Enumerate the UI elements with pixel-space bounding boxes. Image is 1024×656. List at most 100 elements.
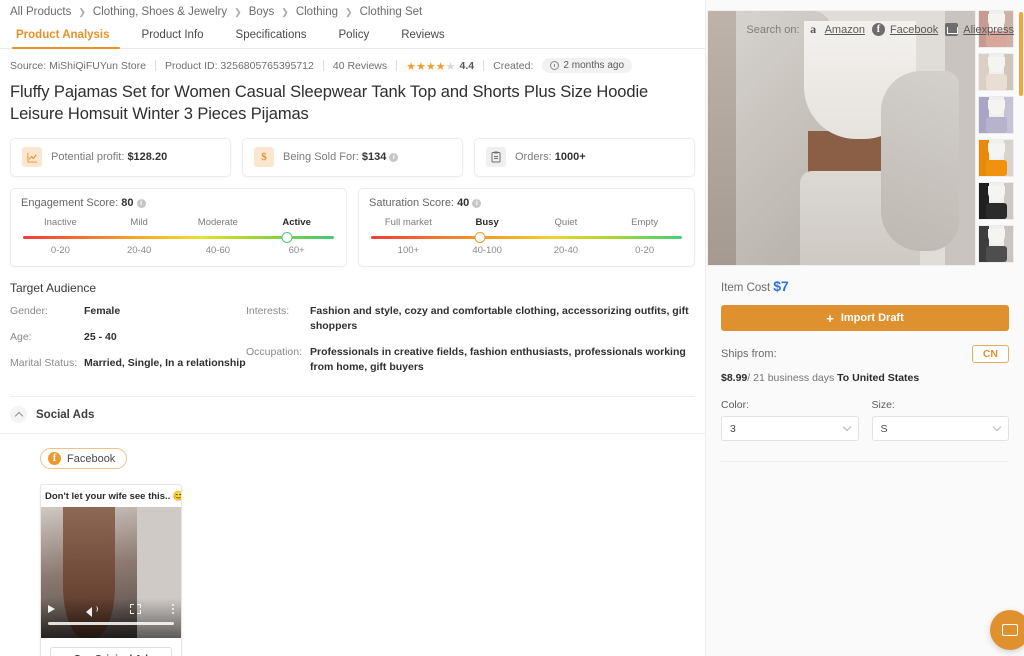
volume-icon[interactable] bbox=[86, 604, 99, 617]
ta-row-age: Age: 25 - 40 bbox=[10, 330, 246, 345]
color-select[interactable]: 3 bbox=[721, 416, 859, 441]
saturation-range-1: 40-100 bbox=[472, 244, 502, 256]
facebook-label: Facebook bbox=[67, 452, 116, 465]
more-options-icon[interactable] bbox=[171, 604, 174, 615]
metric-label-text: Orders: bbox=[515, 151, 552, 164]
amazon-link[interactable]: Amazon bbox=[825, 24, 865, 36]
support-chat-button[interactable] bbox=[990, 610, 1024, 650]
breadcrumb-item-2[interactable]: Boys bbox=[249, 6, 275, 18]
ta-key: Marital Status: bbox=[10, 356, 78, 369]
see-original-ad-button[interactable]: See Original Ad bbox=[50, 647, 172, 656]
tab-product-info[interactable]: Product Info bbox=[126, 29, 220, 48]
created-value: 2 months ago bbox=[563, 60, 625, 71]
search-on-aliexpress[interactable]: Aliexpress bbox=[945, 23, 1014, 36]
product-hero-image[interactable] bbox=[707, 10, 976, 266]
social-ad-card: Don't let your wife see this.. 😊 bbox=[40, 484, 182, 656]
star-icon-empty: ★ bbox=[445, 60, 456, 73]
video-progress-bar[interactable] bbox=[48, 622, 174, 626]
engagement-label-3: Active bbox=[282, 216, 311, 228]
tab-specifications[interactable]: Specifications bbox=[220, 29, 323, 48]
item-cost: Item Cost $7 bbox=[721, 278, 1009, 294]
play-icon[interactable] bbox=[48, 605, 55, 614]
tab-policy[interactable]: Policy bbox=[323, 29, 386, 48]
size-select[interactable]: S bbox=[871, 416, 1009, 441]
metric-value: $134 bbox=[361, 151, 387, 164]
info-icon[interactable]: i bbox=[136, 198, 146, 208]
size-label: Size: bbox=[871, 399, 895, 411]
item-cost-label: Item Cost bbox=[721, 282, 771, 294]
panel-divider bbox=[721, 461, 1009, 462]
saturation-label-2: Quiet bbox=[554, 216, 578, 228]
breadcrumb-item-3[interactable]: Clothing bbox=[296, 6, 338, 18]
rating-value: 4.4 bbox=[459, 59, 475, 72]
info-icon[interactable]: i bbox=[389, 153, 399, 163]
saturation-track bbox=[371, 231, 682, 243]
main-content: All Products ❯ Clothing, Shoes & Jewelry… bbox=[0, 0, 705, 656]
engagement-label-1: Mild bbox=[130, 216, 148, 228]
facebook-icon: f bbox=[871, 23, 885, 36]
saturation-label-0: Full market bbox=[384, 216, 432, 228]
page-title: Fluffy Pajamas Set for Women Casual Slee… bbox=[10, 83, 649, 123]
social-ads-header[interactable]: Social Ads bbox=[0, 397, 705, 433]
product-thumbnail[interactable] bbox=[978, 225, 1014, 263]
tab-reviews[interactable]: Reviews bbox=[385, 29, 460, 48]
thumbnail-scrollbar[interactable] bbox=[1019, 12, 1023, 96]
purchase-panel: Item Cost $7 + Import Draft Ships from: C… bbox=[706, 266, 1024, 462]
size-value: S bbox=[880, 422, 888, 435]
search-on-amazon[interactable]: a Amazon bbox=[807, 22, 865, 36]
breadcrumb-separator-icon: ❯ bbox=[234, 6, 242, 17]
shipping-price: $8.99 bbox=[721, 372, 748, 384]
search-on-facebook[interactable]: f Facebook bbox=[871, 23, 938, 36]
breadcrumb-item-0[interactable]: All Products bbox=[10, 6, 71, 18]
color-label: Color: bbox=[721, 399, 750, 411]
metric-value: $128.20 bbox=[127, 151, 168, 164]
saturation-knob[interactable] bbox=[474, 231, 486, 243]
ta-row-gender: Gender: Female bbox=[10, 304, 246, 319]
color-option: Color: 3 bbox=[721, 399, 859, 441]
engagement-value: 80 bbox=[121, 196, 134, 209]
product-thumbnail[interactable] bbox=[978, 96, 1014, 134]
shipping-destination: To United States bbox=[837, 372, 920, 384]
engagement-knob[interactable] bbox=[281, 231, 293, 243]
metric-label: Orders: 1000+ bbox=[515, 151, 586, 163]
ta-key: Interests: bbox=[246, 304, 290, 317]
ships-from-country-badge[interactable]: CN bbox=[971, 345, 1009, 363]
color-value: 3 bbox=[730, 422, 736, 435]
import-draft-button[interactable]: + Import Draft bbox=[721, 305, 1009, 331]
breadcrumb-separator-icon: ❯ bbox=[281, 6, 289, 17]
chevron-up-icon[interactable] bbox=[10, 406, 27, 424]
product-thumbnail[interactable] bbox=[978, 182, 1014, 220]
ships-from-row: Ships from: CN bbox=[721, 345, 1009, 363]
scores-row: Engagement Score: 80 i Inactive Mild Mode… bbox=[0, 177, 705, 267]
breadcrumb-item-4[interactable]: Clothing Set bbox=[360, 6, 423, 18]
star-icon: ★ bbox=[406, 60, 417, 73]
ad-video-player[interactable] bbox=[41, 507, 181, 639]
ta-value: Fashion and style, cozy and comfortable … bbox=[310, 304, 689, 332]
breadcrumb-item-1[interactable]: Clothing, Shoes & Jewelry bbox=[93, 6, 227, 18]
saturation-range-0: 100+ bbox=[397, 244, 420, 256]
aliexpress-link[interactable]: Aliexpress bbox=[963, 24, 1014, 36]
engagement-title: Engagement Score: 80 i bbox=[21, 197, 336, 209]
app-root: All Products ❯ Clothing, Shoes & Jewelry… bbox=[0, 0, 1024, 656]
created-chip: 2 months ago bbox=[542, 58, 633, 73]
tab-product-analysis[interactable]: Product Analysis bbox=[10, 29, 126, 49]
search-on-bar: Search on: a Amazon f Facebook Aliexpres… bbox=[746, 22, 1014, 36]
facebook-link[interactable]: Facebook bbox=[890, 24, 938, 36]
info-icon[interactable]: i bbox=[472, 198, 482, 208]
ta-key: Gender: bbox=[10, 304, 48, 317]
size-option: Size: S bbox=[871, 399, 1009, 441]
product-thumbnail[interactable] bbox=[978, 53, 1014, 91]
breadcrumb: All Products ❯ Clothing, Shoes & Jewelry… bbox=[0, 0, 705, 22]
facebook-filter-pill[interactable]: f Facebook bbox=[40, 448, 128, 470]
engagement-range-1: 20-40 bbox=[126, 244, 152, 256]
fullscreen-icon[interactable] bbox=[129, 604, 141, 615]
monitor-icon bbox=[1002, 624, 1018, 636]
star-icon: ★ bbox=[435, 60, 446, 73]
chevron-down-icon bbox=[992, 422, 1002, 431]
review-count: 40 Reviews bbox=[332, 59, 388, 72]
product-thumbnail[interactable] bbox=[978, 139, 1014, 177]
metric-card-being-sold-for: $ Being Sold For: $134 i bbox=[242, 137, 463, 177]
breadcrumb-separator-icon: ❯ bbox=[78, 6, 86, 17]
saturation-range-3: 0-20 bbox=[635, 244, 655, 256]
breadcrumb-separator-icon: ❯ bbox=[345, 6, 353, 17]
